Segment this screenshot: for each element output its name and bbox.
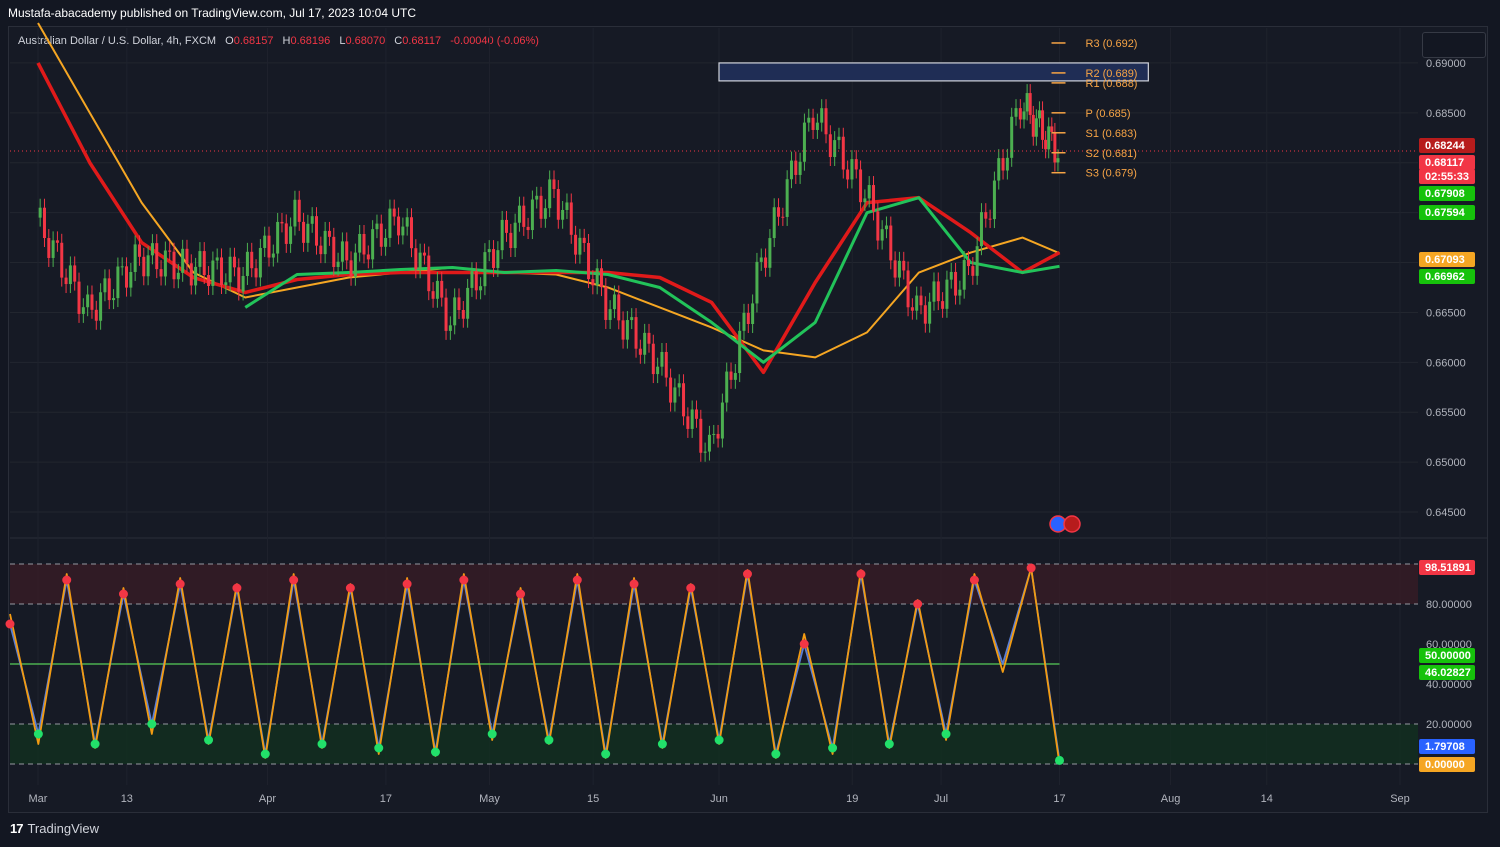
close-value: 0.68117 — [402, 35, 442, 47]
open-value: 0.68157 — [233, 35, 274, 47]
toolbar-button[interactable] — [1422, 32, 1486, 58]
tradingview-logo-text: TradingView — [27, 821, 100, 836]
chart-frame[interactable] — [8, 26, 1488, 813]
low-value: 0.68070 — [345, 35, 386, 47]
symbol-legend: Australian Dollar / U.S. Dollar, 4h, FXC… — [18, 35, 539, 47]
change-value: -0.00040 (-0.06%) — [450, 35, 539, 47]
open-label: O — [225, 35, 234, 47]
publisher-caption: Mustafa-abacademy published on TradingVi… — [8, 6, 417, 20]
tradingview-logo-icon: 17 — [10, 821, 24, 836]
high-value: 0.68196 — [290, 35, 331, 47]
symbol-name[interactable]: Australian Dollar / U.S. Dollar, 4h, FXC… — [18, 35, 216, 47]
tradingview-logo[interactable]: 17 TradingView — [10, 821, 99, 836]
